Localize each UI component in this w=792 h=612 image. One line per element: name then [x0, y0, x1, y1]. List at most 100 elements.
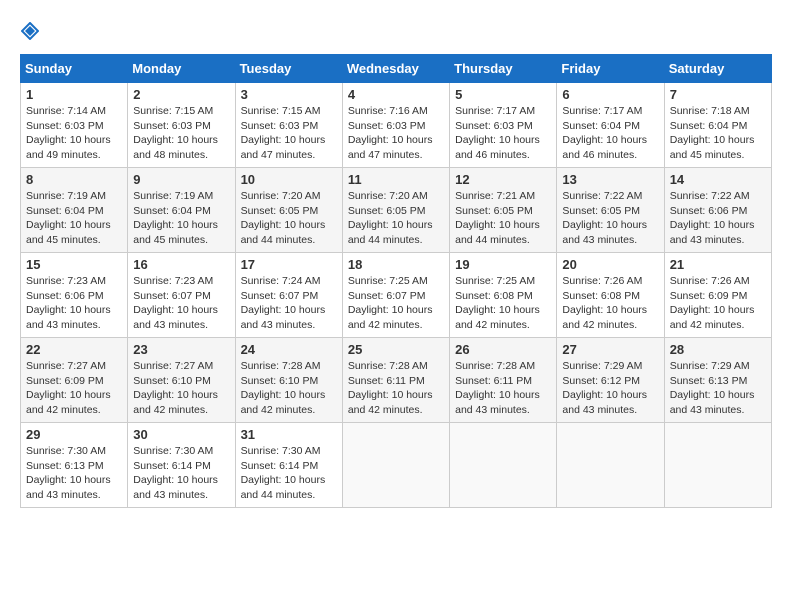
day-number: 2	[133, 87, 229, 102]
calendar-day-cell: 17 Sunrise: 7:24 AM Sunset: 6:07 PM Dayli…	[235, 253, 342, 338]
day-info: Sunrise: 7:15 AM Sunset: 6:03 PM Dayligh…	[241, 104, 337, 163]
day-number: 12	[455, 172, 551, 187]
day-number: 10	[241, 172, 337, 187]
day-number: 15	[26, 257, 122, 272]
calendar-weekday-header: Friday	[557, 55, 664, 83]
day-number: 17	[241, 257, 337, 272]
day-info: Sunrise: 7:18 AM Sunset: 6:04 PM Dayligh…	[670, 104, 766, 163]
day-info: Sunrise: 7:17 AM Sunset: 6:04 PM Dayligh…	[562, 104, 658, 163]
calendar-week-row: 8 Sunrise: 7:19 AM Sunset: 6:04 PM Daylig…	[21, 168, 772, 253]
day-number: 21	[670, 257, 766, 272]
calendar-day-cell: 29 Sunrise: 7:30 AM Sunset: 6:13 PM Dayli…	[21, 423, 128, 508]
day-number: 6	[562, 87, 658, 102]
day-info: Sunrise: 7:27 AM Sunset: 6:10 PM Dayligh…	[133, 359, 229, 418]
calendar-header-row: SundayMondayTuesdayWednesdayThursdayFrid…	[21, 55, 772, 83]
calendar-day-cell: 15 Sunrise: 7:23 AM Sunset: 6:06 PM Dayli…	[21, 253, 128, 338]
day-info: Sunrise: 7:29 AM Sunset: 6:12 PM Dayligh…	[562, 359, 658, 418]
day-number: 25	[348, 342, 444, 357]
calendar-weekday-header: Monday	[128, 55, 235, 83]
day-number: 27	[562, 342, 658, 357]
calendar-day-cell: 5 Sunrise: 7:17 AM Sunset: 6:03 PM Daylig…	[450, 83, 557, 168]
day-info: Sunrise: 7:26 AM Sunset: 6:08 PM Dayligh…	[562, 274, 658, 333]
calendar-day-cell: 2 Sunrise: 7:15 AM Sunset: 6:03 PM Daylig…	[128, 83, 235, 168]
calendar-day-cell: 30 Sunrise: 7:30 AM Sunset: 6:14 PM Dayli…	[128, 423, 235, 508]
day-info: Sunrise: 7:24 AM Sunset: 6:07 PM Dayligh…	[241, 274, 337, 333]
calendar-day-cell: 26Sunrise: 7:28 AM Sunset: 6:11 PM Dayli…	[450, 338, 557, 423]
calendar-weekday-header: Sunday	[21, 55, 128, 83]
day-number: 3	[241, 87, 337, 102]
calendar-day-cell	[664, 423, 771, 508]
calendar-day-cell: 9 Sunrise: 7:19 AM Sunset: 6:04 PM Daylig…	[128, 168, 235, 253]
day-info: Sunrise: 7:17 AM Sunset: 6:03 PM Dayligh…	[455, 104, 551, 163]
day-number: 1	[26, 87, 122, 102]
day-number: 9	[133, 172, 229, 187]
calendar-day-cell: 19 Sunrise: 7:25 AM Sunset: 6:08 PM Dayli…	[450, 253, 557, 338]
day-number: 16	[133, 257, 229, 272]
calendar-day-cell: 6 Sunrise: 7:17 AM Sunset: 6:04 PM Daylig…	[557, 83, 664, 168]
calendar-day-cell: 25 Sunrise: 7:28 AM Sunset: 6:11 PM Dayli…	[342, 338, 449, 423]
calendar-day-cell: 13 Sunrise: 7:22 AM Sunset: 6:05 PM Dayli…	[557, 168, 664, 253]
day-info: Sunrise: 7:27 AM Sunset: 6:09 PM Dayligh…	[26, 359, 122, 418]
day-info: Sunrise: 7:22 AM Sunset: 6:05 PM Dayligh…	[562, 189, 658, 248]
calendar-day-cell: 27 Sunrise: 7:29 AM Sunset: 6:12 PM Dayli…	[557, 338, 664, 423]
day-number: 23	[133, 342, 229, 357]
page-header	[20, 20, 772, 38]
day-info: Sunrise: 7:20 AM Sunset: 6:05 PM Dayligh…	[241, 189, 337, 248]
calendar-day-cell: 28 Sunrise: 7:29 AM Sunset: 6:13 PM Dayli…	[664, 338, 771, 423]
day-number: 20	[562, 257, 658, 272]
calendar-day-cell: 18Sunrise: 7:25 AM Sunset: 6:07 PM Dayli…	[342, 253, 449, 338]
day-info: Sunrise: 7:14 AM Sunset: 6:03 PM Dayligh…	[26, 104, 122, 163]
day-info: Sunrise: 7:22 AM Sunset: 6:06 PM Dayligh…	[670, 189, 766, 248]
day-info: Sunrise: 7:30 AM Sunset: 6:14 PM Dayligh…	[241, 444, 337, 503]
day-number: 31	[241, 427, 337, 442]
day-number: 4	[348, 87, 444, 102]
calendar-day-cell: 16 Sunrise: 7:23 AM Sunset: 6:07 PM Dayli…	[128, 253, 235, 338]
logo	[20, 20, 40, 38]
calendar-day-cell: 31 Sunrise: 7:30 AM Sunset: 6:14 PM Dayli…	[235, 423, 342, 508]
calendar-day-cell: 7 Sunrise: 7:18 AM Sunset: 6:04 PM Daylig…	[664, 83, 771, 168]
calendar-week-row: 29 Sunrise: 7:30 AM Sunset: 6:13 PM Dayli…	[21, 423, 772, 508]
calendar-day-cell: 14Sunrise: 7:22 AM Sunset: 6:06 PM Dayli…	[664, 168, 771, 253]
calendar-day-cell: 8 Sunrise: 7:19 AM Sunset: 6:04 PM Daylig…	[21, 168, 128, 253]
calendar-day-cell	[557, 423, 664, 508]
day-number: 30	[133, 427, 229, 442]
day-number: 7	[670, 87, 766, 102]
day-number: 8	[26, 172, 122, 187]
day-info: Sunrise: 7:21 AM Sunset: 6:05 PM Dayligh…	[455, 189, 551, 248]
day-info: Sunrise: 7:28 AM Sunset: 6:11 PM Dayligh…	[348, 359, 444, 418]
calendar-weekday-header: Wednesday	[342, 55, 449, 83]
day-info: Sunrise: 7:15 AM Sunset: 6:03 PM Dayligh…	[133, 104, 229, 163]
day-number: 28	[670, 342, 766, 357]
day-info: Sunrise: 7:25 AM Sunset: 6:08 PM Dayligh…	[455, 274, 551, 333]
day-info: Sunrise: 7:19 AM Sunset: 6:04 PM Dayligh…	[133, 189, 229, 248]
calendar-day-cell: 23 Sunrise: 7:27 AM Sunset: 6:10 PM Dayli…	[128, 338, 235, 423]
day-info: Sunrise: 7:30 AM Sunset: 6:13 PM Dayligh…	[26, 444, 122, 503]
calendar-day-cell: 3 Sunrise: 7:15 AM Sunset: 6:03 PM Daylig…	[235, 83, 342, 168]
calendar-day-cell: 12 Sunrise: 7:21 AM Sunset: 6:05 PM Dayli…	[450, 168, 557, 253]
day-info: Sunrise: 7:26 AM Sunset: 6:09 PM Dayligh…	[670, 274, 766, 333]
day-info: Sunrise: 7:23 AM Sunset: 6:06 PM Dayligh…	[26, 274, 122, 333]
day-number: 5	[455, 87, 551, 102]
day-number: 29	[26, 427, 122, 442]
calendar-day-cell	[342, 423, 449, 508]
calendar-table: SundayMondayTuesdayWednesdayThursdayFrid…	[20, 54, 772, 508]
day-info: Sunrise: 7:28 AM Sunset: 6:10 PM Dayligh…	[241, 359, 337, 418]
calendar-day-cell: 1 Sunrise: 7:14 AM Sunset: 6:03 PM Daylig…	[21, 83, 128, 168]
day-info: Sunrise: 7:30 AM Sunset: 6:14 PM Dayligh…	[133, 444, 229, 503]
day-info: Sunrise: 7:16 AM Sunset: 6:03 PM Dayligh…	[348, 104, 444, 163]
day-number: 13	[562, 172, 658, 187]
logo-icon	[21, 20, 39, 38]
calendar-day-cell: 20 Sunrise: 7:26 AM Sunset: 6:08 PM Dayli…	[557, 253, 664, 338]
day-info: Sunrise: 7:29 AM Sunset: 6:13 PM Dayligh…	[670, 359, 766, 418]
day-number: 19	[455, 257, 551, 272]
day-info: Sunrise: 7:23 AM Sunset: 6:07 PM Dayligh…	[133, 274, 229, 333]
day-number: 18	[348, 257, 444, 272]
day-number: 26	[455, 342, 551, 357]
day-number: 24	[241, 342, 337, 357]
calendar-week-row: 15 Sunrise: 7:23 AM Sunset: 6:06 PM Dayli…	[21, 253, 772, 338]
day-info: Sunrise: 7:19 AM Sunset: 6:04 PM Dayligh…	[26, 189, 122, 248]
calendar-week-row: 22 Sunrise: 7:27 AM Sunset: 6:09 PM Dayli…	[21, 338, 772, 423]
calendar-day-cell: 11Sunrise: 7:20 AM Sunset: 6:05 PM Dayli…	[342, 168, 449, 253]
day-number: 22	[26, 342, 122, 357]
calendar-day-cell	[450, 423, 557, 508]
